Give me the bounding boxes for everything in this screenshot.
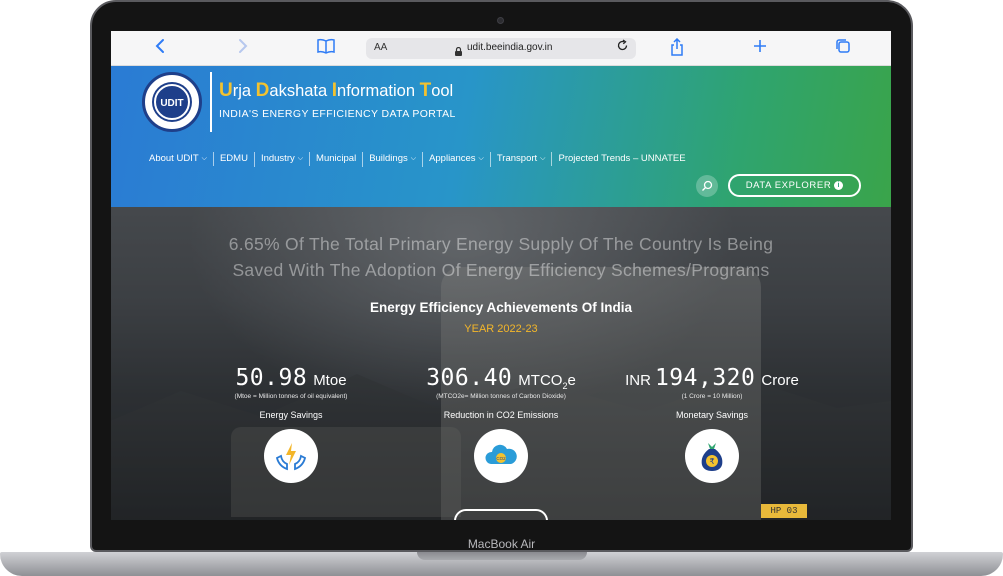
back-icon[interactable] xyxy=(149,38,171,58)
chevron-down-icon: ⌵ xyxy=(540,154,546,162)
nav-industry[interactable]: Industry ⌵ xyxy=(253,151,309,167)
stage: AA udit.beeindia.gov.in UDIT Urja Daksha… xyxy=(0,0,1003,576)
stat-value: 50.98 xyxy=(235,365,308,391)
svg-text:CO2: CO2 xyxy=(496,456,506,461)
device-label: MacBook Air xyxy=(467,537,536,551)
stat-note: (MTCO2e= Million tonnes of Carbon Dioxid… xyxy=(436,393,566,400)
stat-note: (1 Crore = 10 Million) xyxy=(681,393,743,400)
stat-energy-savings: 50.98 Mtoe (Mtoe = Million tonnes of oil … xyxy=(176,365,406,483)
reload-icon[interactable] xyxy=(616,39,629,55)
stat-label: Monetary Savings xyxy=(675,410,749,420)
stat-unit: Crore xyxy=(761,372,799,389)
stat-label: Energy Savings xyxy=(259,410,323,420)
logo-divider xyxy=(210,72,212,132)
browser-toolbar: AA udit.beeindia.gov.in xyxy=(111,31,891,66)
bookmarks-icon[interactable] xyxy=(315,38,337,58)
search-button[interactable] xyxy=(696,175,718,197)
stat-unit: MTCO2e xyxy=(518,372,576,391)
nav-about-udit[interactable]: About UDIT ⌵ xyxy=(149,152,213,167)
lock-icon xyxy=(455,43,462,56)
money-bag-icon: ₹ xyxy=(685,429,739,483)
stat-monetary-savings: INR 194,320 Crore (1 Crore = 10 Million) M… xyxy=(597,365,827,483)
stat-co2-reduction: 306.40 MTCO2e (MTCO2e= Million tonnes of … xyxy=(386,365,616,483)
tabs-overview-icon[interactable] xyxy=(832,38,854,58)
stat-prefix: INR xyxy=(625,372,651,389)
data-explorer-button[interactable]: DATA EXPLORER i xyxy=(728,174,861,197)
screen: AA udit.beeindia.gov.in UDIT Urja Daksha… xyxy=(111,31,891,520)
search-icon xyxy=(702,180,713,191)
truck-plate: HP 03 xyxy=(761,504,807,518)
site-header: UDIT Urja Dakshata Information Tool INDI… xyxy=(111,66,891,207)
chevron-down-icon: ⌵ xyxy=(410,154,417,162)
url-text: udit.beeindia.gov.in xyxy=(467,42,553,53)
hero-section: HP 03 6.65% Of The Total Primary Energy … xyxy=(111,207,891,520)
chevron-down-icon: ⌵ xyxy=(297,154,304,162)
achievements-title: Energy Efficiency Achievements Of India xyxy=(369,300,633,315)
address-bar[interactable]: AA udit.beeindia.gov.in xyxy=(366,38,636,59)
stat-value: 194,320 xyxy=(654,365,756,391)
new-tab-icon[interactable] xyxy=(749,38,771,58)
info-icon: i xyxy=(834,181,844,190)
chevron-down-icon: ⌵ xyxy=(201,154,207,162)
site-subtitle: INDIA'S ENERGY EFFICIENCY DATA PORTAL xyxy=(219,108,456,120)
nav-edmu[interactable]: EDMU xyxy=(212,152,254,166)
site-title[interactable]: Urja Dakshata Information Tool xyxy=(219,80,453,102)
laptop-notch xyxy=(417,552,587,560)
camera-icon xyxy=(497,17,504,24)
text-size-button[interactable]: AA xyxy=(374,42,387,53)
logo-text: UDIT xyxy=(154,84,190,120)
nav-projected-trends[interactable]: Projected Trends – UNNATEE xyxy=(551,152,691,166)
svg-text:₹: ₹ xyxy=(709,457,714,466)
achievements-year: YEAR 2022-23 xyxy=(464,323,538,335)
stat-unit: Mtoe xyxy=(313,372,347,389)
co2-cloud-icon: CO2 xyxy=(474,429,528,483)
share-icon[interactable] xyxy=(666,37,688,58)
hero-cta-button[interactable] xyxy=(454,509,548,520)
nav-transport[interactable]: Transport ⌵ xyxy=(489,151,552,167)
main-nav: About UDIT ⌵ EDMU Industry ⌵ Municipal Bui… xyxy=(149,151,692,167)
stat-value: 306.40 xyxy=(426,365,513,391)
chevron-down-icon: ⌵ xyxy=(478,154,484,162)
nav-municipal[interactable]: Municipal xyxy=(309,152,362,166)
forward-icon[interactable] xyxy=(232,38,254,58)
stat-label: Reduction in CO2 Emissions xyxy=(443,410,559,420)
nav-buildings[interactable]: Buildings ⌵ xyxy=(362,151,422,167)
energy-hands-icon xyxy=(264,429,318,483)
stat-note: (Mtoe = Million tonnes of oil equivalent… xyxy=(234,393,348,400)
nav-appliances[interactable]: Appliances ⌵ xyxy=(422,151,490,167)
hero-tagline: 6.65% Of The Total Primary Energy Supply… xyxy=(228,234,774,280)
udit-logo[interactable]: UDIT xyxy=(142,72,202,132)
